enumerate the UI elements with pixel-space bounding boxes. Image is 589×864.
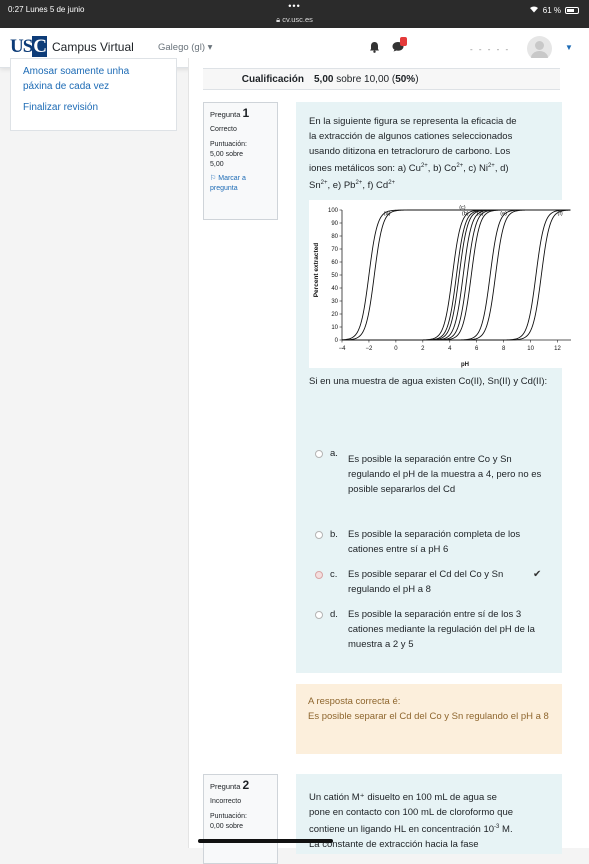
address-bar[interactable]: 🔒︎ cv.usc.es (0, 15, 589, 25)
question-1-info: Pregunta 1 Correcto Puntuación: 5,00 sob… (203, 102, 278, 220)
chevron-down-icon[interactable]: ▼ (565, 43, 573, 52)
battery-icon (565, 6, 579, 14)
y-tick-label: 40 (331, 286, 338, 292)
feedback-text: Es posible separar el Cd del Co y Sn reg… (308, 711, 549, 722)
url-text: cv.usc.es (282, 15, 313, 24)
question-2-info: Pregunta 2 Incorrecto Puntuación: 0,00 s… (203, 774, 278, 864)
option-c-letter: c. (330, 569, 338, 580)
question-number: Pregunta 1 (210, 106, 250, 120)
option-d-radio[interactable] (315, 611, 323, 619)
x-tick-label: 6 (475, 346, 479, 352)
mark-label: Puntuación: (210, 141, 247, 148)
review-summary-row: Cualificación 5,00 sobre 10,00 (50%) (203, 68, 560, 90)
option-b-text: Es posible la separación completa de los… (348, 529, 521, 555)
mark-value: 5,00 sobre 5,00 (210, 151, 244, 168)
option-b-radio[interactable] (315, 531, 323, 539)
check-icon: ✔ (533, 569, 542, 580)
wifi-icon (529, 5, 539, 15)
question-number: Pregunta 2 (210, 778, 250, 792)
unread-badge (400, 37, 407, 46)
x-tick-label: 8 (502, 346, 506, 352)
series-label: (f) (558, 211, 563, 217)
x-tick-label: 0 (394, 346, 398, 352)
x-tick-label: −4 (339, 346, 347, 352)
show-one-page-link[interactable]: Amosar soamente unha páxina de cada vez (11, 64, 151, 94)
y-tick-label: 50 (331, 273, 338, 279)
x-tick-label: 12 (554, 346, 561, 352)
question-1-text: En la siguiente figura se representa la … (309, 116, 517, 192)
y-tick-label: 20 (331, 312, 338, 318)
option-b-letter: b. (330, 529, 338, 540)
option-a-radio[interactable] (315, 450, 323, 458)
y-tick-label: 60 (331, 260, 338, 266)
option-d-letter: d. (330, 609, 338, 620)
x-axis-label: pH (461, 362, 469, 368)
feedback-title: A resposta correcta é: (308, 696, 401, 707)
answer-option-d[interactable]: d. Es posible la separación entre sí de … (315, 607, 555, 655)
y-tick-label: 70 (331, 247, 338, 253)
option-c-radio[interactable] (315, 571, 323, 579)
series-label: (e) (500, 211, 507, 217)
x-tick-label: −2 (366, 346, 374, 352)
flag-icon: ⚐ (210, 175, 217, 182)
answer-option-b[interactable]: b. Es posible la separación completa de … (315, 527, 555, 559)
option-d-text: Es posible la separación entre sí de los… (348, 609, 535, 650)
extraction-chart: Percent extracted pH −4 −2 0 2 4 6 8 10 12 0 10 20 3… (309, 200, 577, 368)
y-axis-label: Percent extracted (313, 243, 320, 298)
x-tick-label: 4 (448, 346, 452, 352)
series-label: (b) (462, 211, 469, 217)
y-tick-label: 10 (331, 325, 338, 331)
x-tick-label: 2 (421, 346, 425, 352)
option-c-text: Es posible separar el Cd del Co y Sn reg… (348, 569, 504, 595)
grade-label: Cualificación (241, 74, 304, 85)
multitask-dots[interactable]: ••• (0, 1, 589, 11)
messages-icon[interactable] (392, 37, 407, 55)
lock-icon: 🔒︎ (276, 15, 281, 24)
series-label: (d) (477, 211, 484, 217)
user-name[interactable]: - - - - - (470, 45, 510, 54)
y-tick-label: 90 (331, 221, 338, 227)
question-state: Correcto (210, 126, 237, 133)
y-tick-label: 100 (328, 208, 339, 214)
site-brand[interactable]: Campus Virtual (52, 40, 134, 54)
mark-value: 0,00 sobre (210, 823, 244, 830)
y-tick-label: 80 (331, 234, 338, 240)
language-menu[interactable]: Galego (gl) ▾ (158, 42, 212, 53)
question-1-prompt: Si en una muestra de agua existen Co(II)… (309, 376, 548, 387)
extraction-chart-svg: Percent extracted pH −4 −2 0 2 4 6 8 10 12 0 10 20 3… (313, 205, 571, 368)
answer-option-c[interactable]: c. Es posible separar el Cd del Co y Sn … (315, 567, 555, 599)
home-indicator[interactable] (198, 839, 333, 843)
battery-percent: 61 % (542, 5, 561, 15)
y-tick-label: 30 (331, 299, 338, 305)
answer-option-a[interactable]: a. Es posible la separación entre Co y S… (315, 446, 555, 506)
usc-logo[interactable]: USC (10, 36, 48, 60)
series-label: (a) (384, 211, 391, 217)
flag-question-link[interactable]: ⚐ Marcar a pregunta (210, 174, 271, 194)
bell-icon[interactable] (369, 41, 380, 56)
y-tick-label: 0 (335, 338, 339, 344)
correct-answer-feedback: A resposta correcta é: Es posible separa… (296, 684, 562, 754)
finish-review-link[interactable]: Finalizar revisión (11, 100, 98, 115)
quiz-navigation-block: Amosar soamente unha páxina de cada vez … (10, 58, 177, 131)
ios-status-bar: 0:27 Lunes 5 de junio ••• 🔒︎ cv.usc.es 6… (0, 0, 589, 28)
option-a-letter: a. (330, 448, 338, 459)
option-a-text: Es posible la separación entre Co y Sn r… (348, 454, 542, 495)
series-label: (c) (459, 205, 466, 211)
mark-label: Puntuación: (210, 813, 247, 820)
x-tick-label: 10 (527, 346, 534, 352)
grade-value: 5,00 sobre 10,00 (50%) (314, 74, 419, 85)
question-state: Incorrecto (210, 798, 242, 805)
question-2-text: Un catión M⁺ disuelto en 100 mL de agua … (309, 792, 514, 851)
